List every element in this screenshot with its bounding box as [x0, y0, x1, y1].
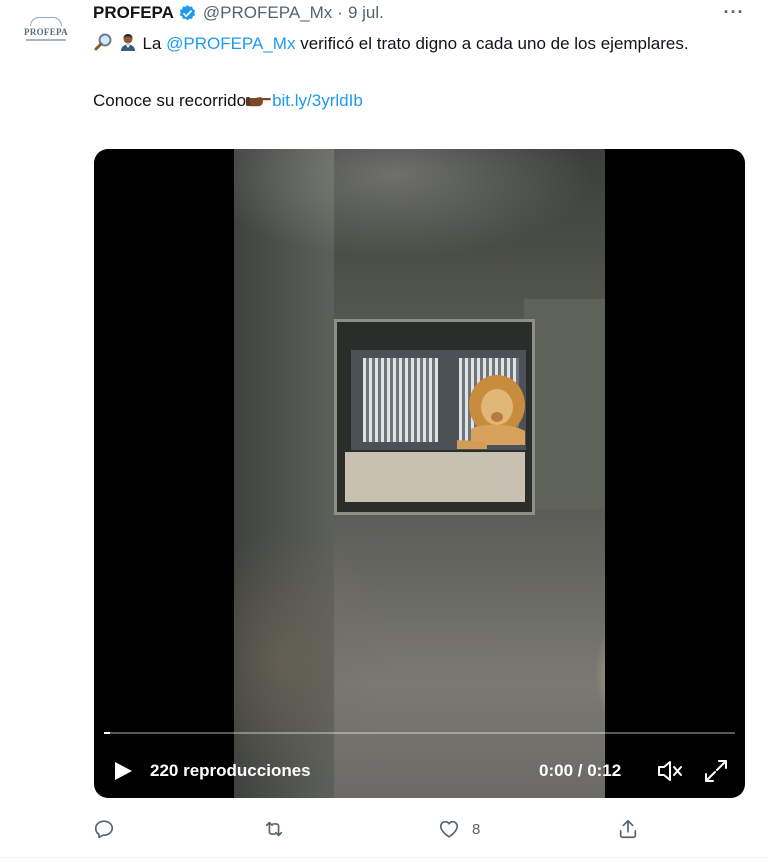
tweet-date[interactable]: 9 jul.	[348, 3, 384, 23]
verified-badge-icon	[178, 4, 197, 23]
tweet-actions: 8	[93, 816, 653, 842]
heart-icon	[439, 820, 459, 838]
video-controls: 220 reproducciones 0:00 / 0:12	[94, 747, 745, 793]
magnifying-glass-emoji-icon	[93, 32, 113, 60]
pointing-right-emoji-icon	[246, 90, 272, 117]
fullscreen-icon[interactable]	[702, 757, 730, 785]
author-handle[interactable]: @PROFEPA_Mx	[203, 3, 332, 23]
person-emoji-icon	[118, 32, 138, 60]
logo-underline-icon	[26, 39, 66, 41]
tweet-header: PROFEPA @PROFEPA_Mx · 9 jul.	[93, 2, 384, 24]
video-time: 0:00 / 0:12	[539, 761, 622, 780]
scene-enclosure-opening	[334, 319, 535, 515]
mention-link[interactable]: @PROFEPA_Mx	[166, 34, 295, 53]
tweet-text-prefix: La	[142, 34, 167, 53]
like-button[interactable]: 8	[438, 816, 480, 842]
tweet-text-cta: Conoce su recorrido	[93, 91, 247, 110]
retweet-icon	[265, 821, 283, 837]
scene-grille-left	[363, 358, 438, 442]
scene-pen-floor	[345, 452, 525, 502]
retweet-button[interactable]	[263, 816, 297, 842]
avatar[interactable]: PROFEPA	[17, 12, 75, 46]
share-icon	[619, 819, 637, 839]
scene-foreground-mesh-top	[234, 149, 594, 259]
avatar-logo-text: PROFEPA	[24, 27, 68, 37]
view-count: 220 reproducciones	[150, 761, 311, 780]
separator-dot: ·	[337, 3, 343, 22]
reply-icon	[94, 820, 114, 839]
play-icon[interactable]	[112, 760, 134, 782]
tweet-text-line-2: Conoce su recorrido bit.ly/3yrldIb	[93, 87, 713, 117]
logo-arc-icon	[30, 17, 62, 26]
tweet-text: La @PROFEPA_Mx verificó el trato digno a…	[93, 30, 713, 117]
video-frame[interactable]	[234, 149, 605, 798]
lion-figure-icon	[457, 375, 525, 449]
share-button[interactable]	[617, 816, 651, 842]
author-name[interactable]: PROFEPA	[93, 3, 174, 23]
more-options-icon[interactable]: ···	[720, 0, 748, 24]
tweet-divider	[0, 857, 768, 858]
video-player[interactable]: 220 reproducciones 0:00 / 0:12	[94, 149, 745, 798]
tweet-text-suffix: verificó el trato digno a cada uno de lo…	[295, 34, 689, 53]
video-progress-bar[interactable]	[104, 732, 735, 734]
like-count: 8	[472, 820, 481, 838]
external-link[interactable]: bit.ly/3yrldIb	[272, 91, 363, 110]
video-progress-fill	[104, 732, 111, 734]
tweet-text-line-1: La @PROFEPA_Mx verificó el trato digno a…	[93, 30, 713, 60]
muted-volume-icon[interactable]	[656, 758, 684, 784]
reply-button[interactable]	[93, 816, 127, 842]
